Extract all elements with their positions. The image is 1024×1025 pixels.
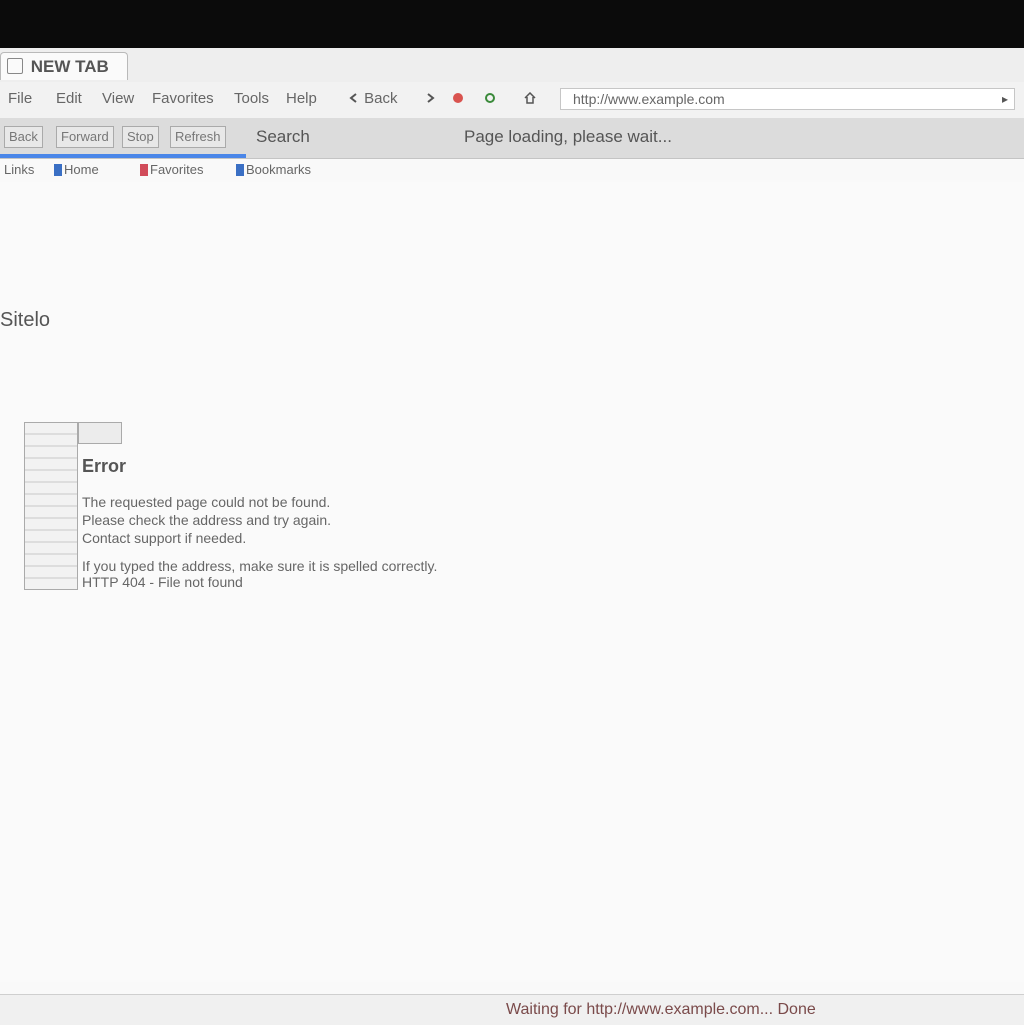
bookmark-favorites[interactable]: Favorites [140,162,203,177]
status-bar: Waiting for http://www.example.com... Do… [0,994,1024,1025]
stop-icon [452,89,464,103]
command-stop-button[interactable]: Stop [122,126,159,148]
page-heading: Sitelo [0,309,51,331]
command-back-button[interactable]: Back [4,126,43,148]
refresh-tool[interactable] [480,88,500,110]
status-text: Waiting for http://www.example.com... Do… [506,1001,816,1018]
back-arrow-icon [348,89,360,103]
browser-window: NEW TAB File Edit View Favorites Tools H… [0,48,1024,1025]
menu-toolbar: File Edit View Favorites Tools Help Back [0,82,1024,119]
menu-help[interactable]: Help [282,88,321,110]
bookmark-bookmarks[interactable]: Bookmarks [236,162,311,177]
address-bar[interactable]: http://www.example.com ▸ [560,88,1015,110]
blue-bookmark-icon [236,164,244,176]
home-icon [524,89,536,104]
bookmarks-bar: Links Home Favorites Bookmarks [0,158,1024,182]
browser-tab[interactable]: NEW TAB [0,52,128,80]
command-bar: Back Forward Stop Refresh Search Page lo… [0,118,1024,159]
tab-strip: NEW TAB [0,48,1024,83]
back-tool[interactable]: Back [344,88,402,110]
refresh-icon [484,89,496,103]
info-line: The requested page could not be found. [82,494,331,510]
command-refresh-button[interactable]: Refresh [170,126,226,148]
command-forward-button[interactable]: Forward [56,126,114,148]
tab-title: NEW TAB [30,57,109,76]
red-bookmark-icon [140,164,148,176]
forward-tool[interactable] [420,88,440,110]
forward-arrow-icon [424,89,436,103]
menu-edit[interactable]: Edit [52,88,86,110]
page-content: Sitelo Error The requested page could no… [0,182,1024,982]
command-status-text: Page loading, please wait... [464,127,672,146]
info-line: HTTP 404 - File not found [82,574,243,590]
bookmark-links[interactable]: Links [4,162,34,177]
menu-tools[interactable]: Tools [230,88,273,110]
home-tool[interactable] [520,88,540,110]
error-title: Error [82,456,127,476]
info-box-tab [78,422,122,444]
page-icon [7,58,23,74]
stop-tool[interactable] [448,88,468,110]
menu-favorites[interactable]: Favorites [148,88,218,110]
screen-top-bar [0,0,1024,48]
menu-file[interactable]: File [4,88,36,110]
info-line: Please check the address and try again. [82,512,332,528]
info-line: Contact support if needed. [82,530,247,546]
search-label[interactable]: Search [256,127,310,147]
error-info-box: Error The requested page could not be fo… [24,422,584,590]
info-box-sidebar [24,422,78,590]
bookmark-home[interactable]: Home [54,162,99,177]
blue-bookmark-icon [54,164,62,176]
menu-view[interactable]: View [98,88,138,110]
dropdown-icon[interactable]: ▸ [1002,89,1008,109]
info-line: If you typed the address, make sure it i… [82,558,438,574]
